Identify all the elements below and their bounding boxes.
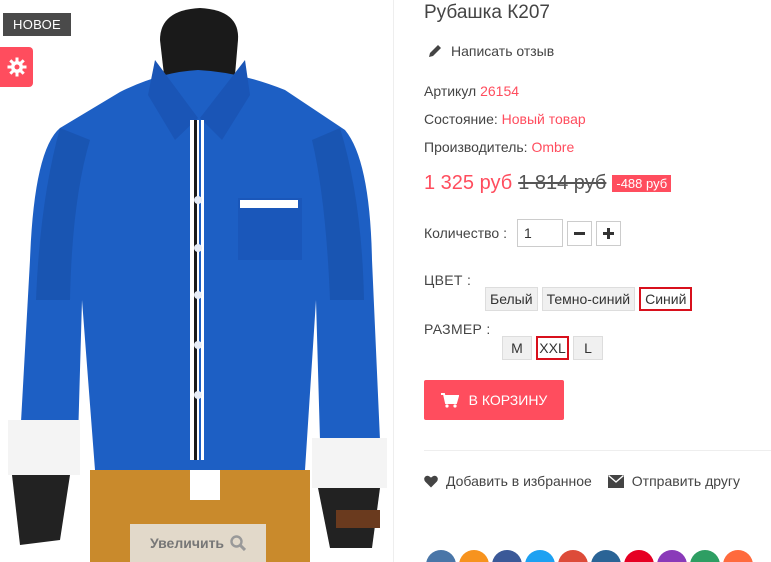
price-row: 1 325 руб 1 814 руб -488 руб bbox=[424, 172, 672, 195]
share-button-more[interactable] bbox=[723, 550, 753, 562]
article-row: Артикул 26154 bbox=[424, 83, 519, 99]
quantity-decrease-button[interactable] bbox=[566, 220, 592, 246]
cart-button-label: В КОРЗИНУ bbox=[468, 392, 548, 408]
cart-icon bbox=[440, 392, 459, 408]
size-option-xxl[interactable]: XXL bbox=[536, 336, 569, 360]
share-button-pinterest[interactable] bbox=[624, 550, 654, 562]
social-share-bar bbox=[426, 550, 753, 562]
envelope-icon bbox=[607, 474, 624, 488]
product-title: Рубашка К207 bbox=[424, 2, 550, 23]
share-button-mailru[interactable] bbox=[591, 550, 621, 562]
product-image-area: НОВОЕ Увеличить bbox=[0, 0, 394, 562]
share-button-vk[interactable] bbox=[426, 550, 456, 562]
color-option-blue[interactable]: Синий bbox=[639, 287, 693, 311]
heart-icon bbox=[424, 475, 438, 487]
image-divider bbox=[393, 0, 394, 562]
article-value: 26154 bbox=[480, 83, 520, 99]
color-option-dark-blue[interactable]: Темно-синий bbox=[541, 287, 636, 311]
share-button-evernote[interactable] bbox=[690, 550, 720, 562]
quantity-increase-button[interactable] bbox=[595, 220, 621, 246]
color-option-white[interactable]: Белый bbox=[485, 287, 538, 311]
condition-label: Состояние: bbox=[424, 111, 498, 127]
zoom-label: Увеличить bbox=[149, 535, 225, 551]
new-badge: НОВОЕ bbox=[3, 13, 72, 36]
old-price: 1 814 руб bbox=[518, 172, 607, 194]
write-review-link[interactable]: Написать отзыв bbox=[428, 43, 554, 59]
article-label: Артикул bbox=[424, 83, 477, 99]
manufacturer-row: Производитель: Ombre bbox=[424, 139, 574, 155]
gear-icon bbox=[7, 57, 26, 77]
condition-value: Новый товар bbox=[501, 111, 586, 127]
plus-icon bbox=[602, 227, 614, 239]
share-button-twitter[interactable] bbox=[525, 550, 555, 562]
size-option-m[interactable]: M bbox=[502, 336, 532, 360]
send-to-friend-link[interactable]: Отправить другу bbox=[607, 473, 741, 489]
settings-button[interactable] bbox=[0, 47, 33, 87]
size-label: РАЗМЕР : bbox=[424, 321, 491, 337]
zoom-button[interactable]: Увеличить bbox=[130, 524, 266, 562]
quantity-row: Количество : bbox=[424, 219, 621, 247]
share-button-ok[interactable] bbox=[459, 550, 489, 562]
add-to-cart-button[interactable]: В КОРЗИНУ bbox=[424, 380, 564, 420]
pencil-icon bbox=[429, 45, 441, 57]
condition-row: Состояние: Новый товар bbox=[424, 111, 586, 127]
share-button-viber[interactable] bbox=[657, 550, 687, 562]
manufacturer-link[interactable]: Ombre bbox=[531, 139, 574, 155]
send-friend-label: Отправить другу bbox=[631, 473, 741, 489]
size-option-l[interactable]: L bbox=[573, 336, 603, 360]
share-button-google[interactable] bbox=[558, 550, 588, 562]
quantity-label: Количество : bbox=[424, 225, 507, 241]
product-info: Рубашка К207 Написать отзыв Артикул 2615… bbox=[424, 0, 771, 562]
product-actions: Добавить в избранное Отправить другу bbox=[424, 473, 756, 489]
discount-badge: -488 руб bbox=[612, 175, 672, 192]
size-options: M XXL L bbox=[502, 336, 603, 360]
share-button-facebook[interactable] bbox=[492, 550, 522, 562]
actions-divider bbox=[424, 450, 771, 451]
review-label: Написать отзыв bbox=[451, 43, 555, 59]
minus-icon bbox=[573, 231, 585, 235]
manufacturer-label: Производитель: bbox=[424, 139, 528, 155]
color-label: ЦВЕТ : bbox=[424, 272, 472, 288]
search-icon bbox=[230, 535, 247, 551]
add-to-wishlist-link[interactable]: Добавить в избранное bbox=[424, 473, 592, 489]
product-photo[interactable] bbox=[0, 0, 394, 562]
wishlist-label: Добавить в избранное bbox=[446, 473, 592, 489]
color-options: Белый Темно-синий Синий bbox=[485, 287, 693, 311]
quantity-input[interactable] bbox=[516, 219, 563, 247]
current-price: 1 325 руб bbox=[424, 172, 513, 194]
